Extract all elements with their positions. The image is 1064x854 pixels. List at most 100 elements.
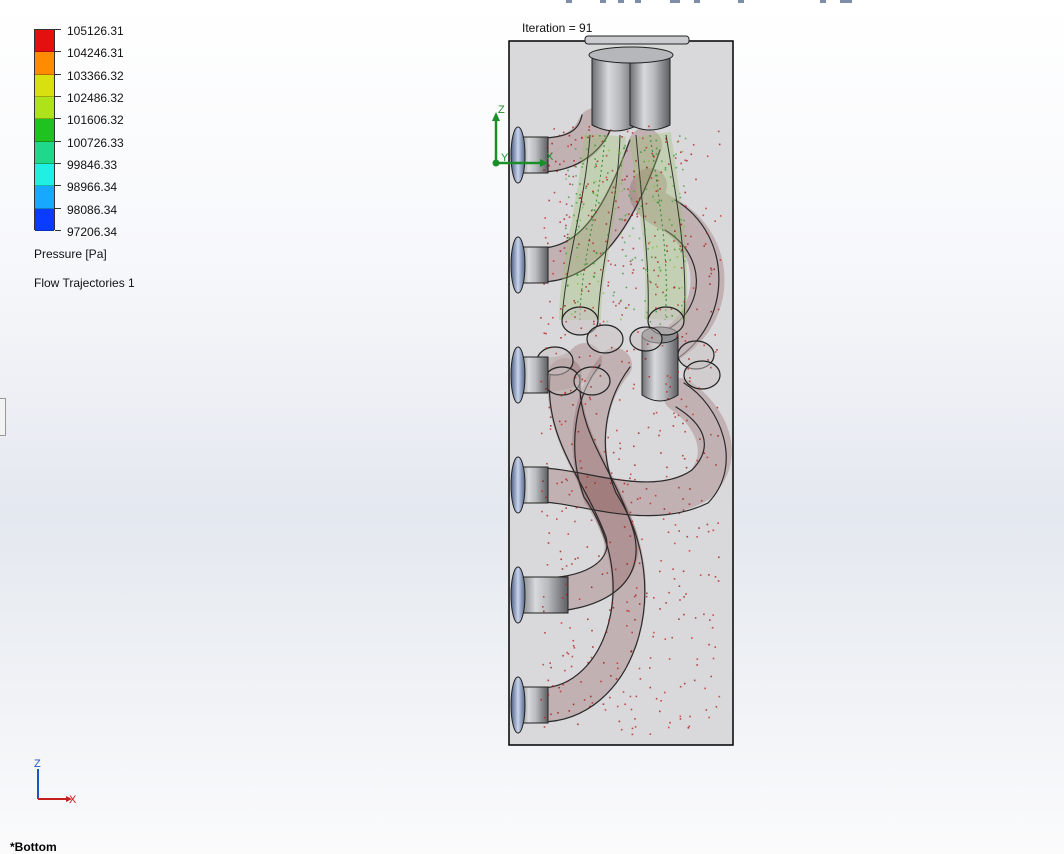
trajectory-dot — [679, 196, 682, 199]
trajectory-dot — [717, 580, 720, 582]
trajectory-dot — [617, 206, 620, 209]
trajectory-dot — [594, 144, 596, 147]
trajectory-dot — [593, 262, 595, 265]
trajectory-dot — [635, 587, 638, 589]
legend-tick-mark — [55, 51, 61, 52]
trajectory-dot — [587, 290, 590, 292]
trajectory-dot — [633, 561, 636, 563]
trajectory-dot — [717, 522, 719, 524]
trajectory-dot — [592, 190, 594, 193]
trajectory-dot — [588, 283, 591, 285]
trajectory-dot — [544, 236, 547, 239]
trajectory-dot — [673, 248, 676, 251]
trajectory-dot — [703, 613, 705, 616]
trajectory-dot — [628, 304, 630, 306]
graphics-viewport[interactable]: Iteration = 91 Z Y X — [470, 15, 760, 755]
trajectory-dot — [715, 464, 717, 466]
trajectory-dot — [689, 715, 691, 718]
trajectory-dot — [607, 211, 610, 214]
trajectory-dot — [687, 727, 690, 729]
trajectory-dot — [625, 286, 628, 289]
trajectory-dot — [689, 377, 691, 379]
legend-parameter-label[interactable]: Pressure [Pa] — [34, 247, 107, 261]
trajectory-dot — [592, 306, 594, 309]
trajectory-dot — [566, 278, 568, 281]
trajectory-dot — [680, 162, 682, 165]
trajectory-dot — [706, 456, 709, 459]
trajectory-dot — [679, 715, 682, 718]
trajectory-dot — [607, 284, 609, 287]
trajectory-dot — [707, 530, 710, 533]
trajectory-dot — [564, 333, 566, 336]
trajectory-dot — [631, 258, 634, 261]
trajectory-dot — [611, 191, 613, 194]
trajectory-dot — [540, 432, 543, 435]
trajectory-dot — [714, 351, 717, 353]
trajectory-dot — [572, 703, 575, 706]
trajectory-dot — [674, 230, 676, 232]
trajectory-dot — [572, 404, 574, 406]
trajectory-dot — [658, 434, 660, 437]
trajectory-dot — [681, 150, 684, 153]
trajectory-dot — [622, 691, 625, 693]
trajectory-dot — [602, 181, 604, 183]
trajectory-dot — [610, 472, 613, 474]
trajectory-dot — [586, 475, 589, 478]
trajectory-dot — [708, 574, 710, 576]
legend-tick-mark — [55, 163, 61, 164]
trajectory-dot — [636, 215, 639, 218]
trajectory-dot — [648, 376, 651, 378]
top-toolbar-edge[interactable] — [560, 0, 870, 6]
trajectory-dot — [642, 137, 644, 140]
trajectory-dot — [671, 636, 673, 639]
trajectory-dot — [588, 126, 591, 128]
trajectory-dot — [587, 183, 589, 185]
trajectory-dot — [620, 164, 623, 167]
trajectory-dot — [546, 462, 548, 465]
trajectory-dot — [639, 497, 641, 499]
trajectory-dot — [683, 260, 686, 262]
trajectory-dot — [622, 265, 625, 267]
trajectory-dot — [548, 164, 550, 167]
trajectory-dot — [595, 163, 597, 165]
trajectory-dot — [631, 631, 633, 634]
iteration-label: Iteration = 91 — [522, 21, 593, 35]
trajectory-dot — [633, 348, 635, 351]
trajectory-dot — [560, 337, 562, 339]
trajectory-dot — [580, 681, 582, 683]
trajectory-dot — [671, 224, 673, 226]
trajectory-dot — [590, 215, 593, 218]
trajectory-dot — [620, 728, 623, 731]
trajectory-dot — [669, 176, 672, 178]
trajectory-dot — [591, 702, 594, 704]
trajectory-dot — [638, 548, 641, 550]
trajectory-dot — [629, 511, 632, 514]
trajectory-dot — [585, 187, 587, 189]
trajectory-dot — [666, 245, 668, 247]
trajectory-dot — [621, 179, 624, 181]
trajectory-dot — [633, 595, 636, 598]
trajectory-dot — [572, 175, 575, 178]
trajectory-dot — [579, 460, 582, 462]
trajectory-dot — [628, 610, 630, 612]
trajectory-dot — [653, 269, 655, 272]
trajectory-dot — [678, 618, 680, 620]
trajectory-dot — [654, 221, 656, 224]
trajectory-dot — [621, 218, 623, 221]
trajectory-dot — [577, 723, 579, 726]
trajectory-dot — [607, 234, 609, 236]
panel-collapse-handle[interactable] — [0, 398, 6, 436]
trajectory-dot — [580, 273, 582, 275]
trajectory-dot — [647, 242, 650, 245]
legend-series-label[interactable]: Flow Trajectories 1 — [34, 276, 135, 290]
trajectory-dot — [686, 159, 688, 162]
trajectory-dot — [626, 149, 628, 152]
trajectory-dot — [667, 398, 669, 400]
trajectory-dot — [659, 570, 661, 573]
legend-color-band — [35, 119, 54, 142]
trajectory-dot — [699, 574, 702, 576]
trajectory-dot — [654, 256, 657, 259]
trajectory-dot — [659, 323, 662, 325]
trajectory-dot — [714, 220, 716, 222]
trajectory-dot — [674, 157, 677, 159]
